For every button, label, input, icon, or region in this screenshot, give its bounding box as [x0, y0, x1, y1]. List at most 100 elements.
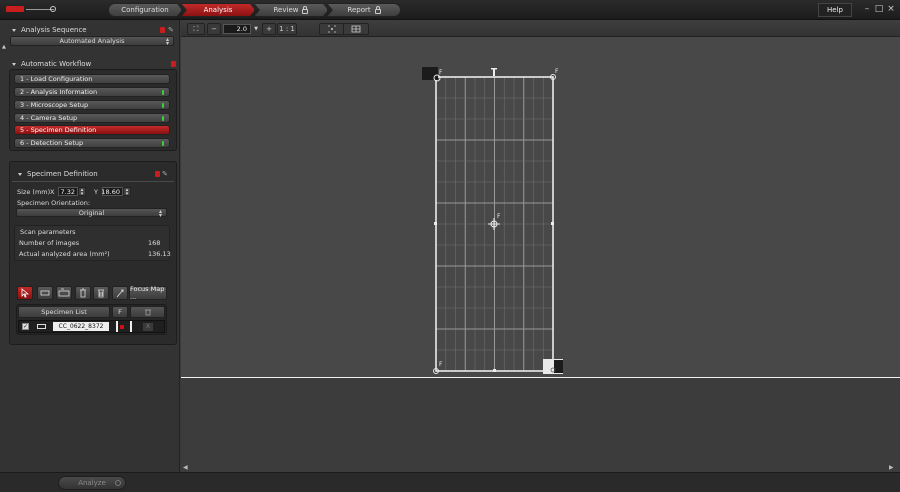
maximize-icon[interactable]: □ [874, 4, 884, 14]
select-tool-button[interactable] [17, 286, 33, 300]
scroll-up-icon[interactable]: ▲ [2, 44, 6, 50]
analyzed-area-value: 136.13 [148, 250, 171, 258]
logo-ring [50, 6, 56, 12]
workflow-item-microscope-setup[interactable]: 3 - Microscope Setup [14, 100, 170, 110]
resize-handle-left[interactable] [434, 222, 437, 225]
step-analysis[interactable]: Analysis [181, 3, 255, 17]
specimen-checkbox[interactable]: ✓ [22, 323, 29, 330]
workflow-item-camera-setup[interactable]: 4 - Camera Setup [14, 113, 170, 123]
workflow-item-load-configuration[interactable]: 1 - Load Configuration [14, 74, 170, 84]
viewer-toolbar: ⛶ − 2.0 ▼ + 1 : 1 [181, 20, 900, 37]
step-report[interactable]: Report [327, 3, 401, 17]
size-y-input[interactable]: 18.60 [101, 187, 123, 196]
minimize-icon[interactable]: – [862, 4, 872, 14]
specimen-name[interactable]: CC_0622_8372 [53, 322, 109, 331]
fit-view-button[interactable]: ⛶ [187, 23, 205, 35]
table-row[interactable]: ✓ CC_0622_8372 X [18, 320, 165, 333]
step-review[interactable]: Review [254, 3, 328, 17]
status-ok-indicator [162, 141, 164, 146]
lock-icon [374, 5, 381, 14]
corner-marker-dark [554, 360, 563, 373]
specimen-canvas[interactable]: F F F F [181, 37, 900, 377]
focus-map-button[interactable]: Focus Map ... [129, 285, 167, 301]
info-icon [155, 171, 160, 177]
scan-parameters-title: Scan parameters [20, 228, 76, 236]
zoom-in-button[interactable]: + [262, 23, 276, 35]
zoom-dropdown-icon[interactable]: ▼ [252, 24, 260, 34]
workflow-steps: Configuration Analysis Review Report [108, 3, 401, 17]
size-x-input[interactable]: 7.32 [58, 187, 78, 196]
number-of-images-value: 168 [148, 239, 161, 247]
workflow-header[interactable]: Automatic Workflow [12, 59, 91, 69]
horizontal-scrollbar[interactable]: ◀ ▶ [181, 463, 900, 472]
scroll-right-icon[interactable]: ▶ [889, 464, 894, 471]
bottom-bar: Analyze [0, 472, 900, 492]
analyzed-area-label: Actual analyzed area (mm²) [19, 250, 110, 258]
close-icon[interactable]: × [886, 4, 896, 14]
delete-row-button[interactable]: X [143, 323, 153, 331]
pin-icon[interactable]: ✎ [168, 27, 174, 34]
resize-handle-top-cap [491, 68, 497, 70]
size-x-stepper[interactable]: ▴ ▾ [78, 187, 86, 197]
focus-flag-icon[interactable] [120, 325, 124, 329]
focus-point-label: F [439, 361, 443, 368]
rectangle-tool-button[interactable] [37, 286, 53, 300]
zoom-one-to-one-button[interactable]: 1 : 1 [277, 23, 297, 35]
workflow-item-specimen-definition[interactable]: 5 - Specimen Definition [14, 125, 170, 135]
resize-handle-bottom[interactable] [493, 369, 496, 372]
logo-mark [6, 6, 24, 12]
collapse-icon [18, 172, 22, 176]
analyze-button[interactable]: Analyze [58, 476, 126, 490]
logo [6, 4, 64, 14]
focus-point-button[interactable] [112, 286, 128, 300]
delete-column-header [130, 306, 165, 318]
focus-points-view-button[interactable] [320, 24, 345, 34]
zoom-out-label: − [211, 25, 217, 33]
divider [116, 321, 118, 332]
workflow-item-label: 1 - Load Configuration [20, 75, 93, 83]
zoom-one-label: 1 : 1 [279, 25, 295, 33]
delete-all-button[interactable] [93, 286, 109, 300]
workflow-item-detection-setup[interactable]: 6 - Detection Setup [14, 138, 170, 148]
focus-pen-icon [116, 289, 124, 298]
zoom-out-button[interactable]: − [207, 23, 221, 35]
zoom-input[interactable]: 2.0 [223, 24, 251, 34]
help-button[interactable]: Help [818, 3, 852, 17]
workflow-item-label: 5 - Specimen Definition [20, 126, 97, 134]
specimen-list-header: Specimen List [18, 306, 110, 318]
view-mode-group [319, 23, 369, 35]
focus-points-icon [327, 25, 336, 33]
scroll-left-icon[interactable]: ◀ [183, 464, 188, 471]
center-focus-label: F [497, 213, 501, 220]
workflow-item-label: 4 - Camera Setup [20, 114, 78, 122]
grid-view-button[interactable] [344, 24, 368, 34]
orientation-select[interactable]: Original ▴ ▾ [16, 208, 167, 219]
analysis-sequence-select[interactable]: Automated Analysis ▴ ▾ [10, 36, 174, 47]
resize-handle-right[interactable] [551, 222, 554, 225]
step-configuration[interactable]: Configuration [108, 3, 182, 17]
trash-icon [80, 288, 86, 298]
step-label: Configuration [121, 6, 169, 14]
workflow-item-analysis-information[interactable]: 2 - Analysis Information [14, 87, 170, 97]
specimen-definition-header[interactable]: Specimen Definition [18, 169, 98, 179]
delete-button[interactable] [75, 286, 91, 300]
fit-icon: ⛶ [193, 24, 199, 33]
add-specimen-button[interactable] [56, 286, 72, 300]
specimen-drawing[interactable]: F F F F [181, 37, 900, 377]
select-value: Automated Analysis [59, 37, 125, 45]
size-y-stepper[interactable]: ▴ ▾ [123, 187, 131, 197]
pin-icon[interactable]: ✎ [162, 171, 168, 178]
x-label: X [50, 188, 55, 196]
workflow-item-label: 6 - Detection Setup [20, 139, 84, 147]
info-icon [171, 61, 176, 67]
divider [12, 181, 174, 182]
zoom-in-label: + [266, 25, 272, 33]
left-scrollbar[interactable]: ▲ ▼ [1, 44, 8, 492]
rectangle-icon [37, 324, 46, 329]
analysis-sequence-header[interactable]: Analysis Sequence [12, 25, 87, 35]
lower-viewer-area [181, 377, 900, 472]
info-icon [160, 27, 165, 33]
corner-marker-top-left [422, 67, 438, 80]
step-label: Analysis [203, 6, 233, 14]
workflow-item-label: 2 - Analysis Information [20, 88, 98, 96]
